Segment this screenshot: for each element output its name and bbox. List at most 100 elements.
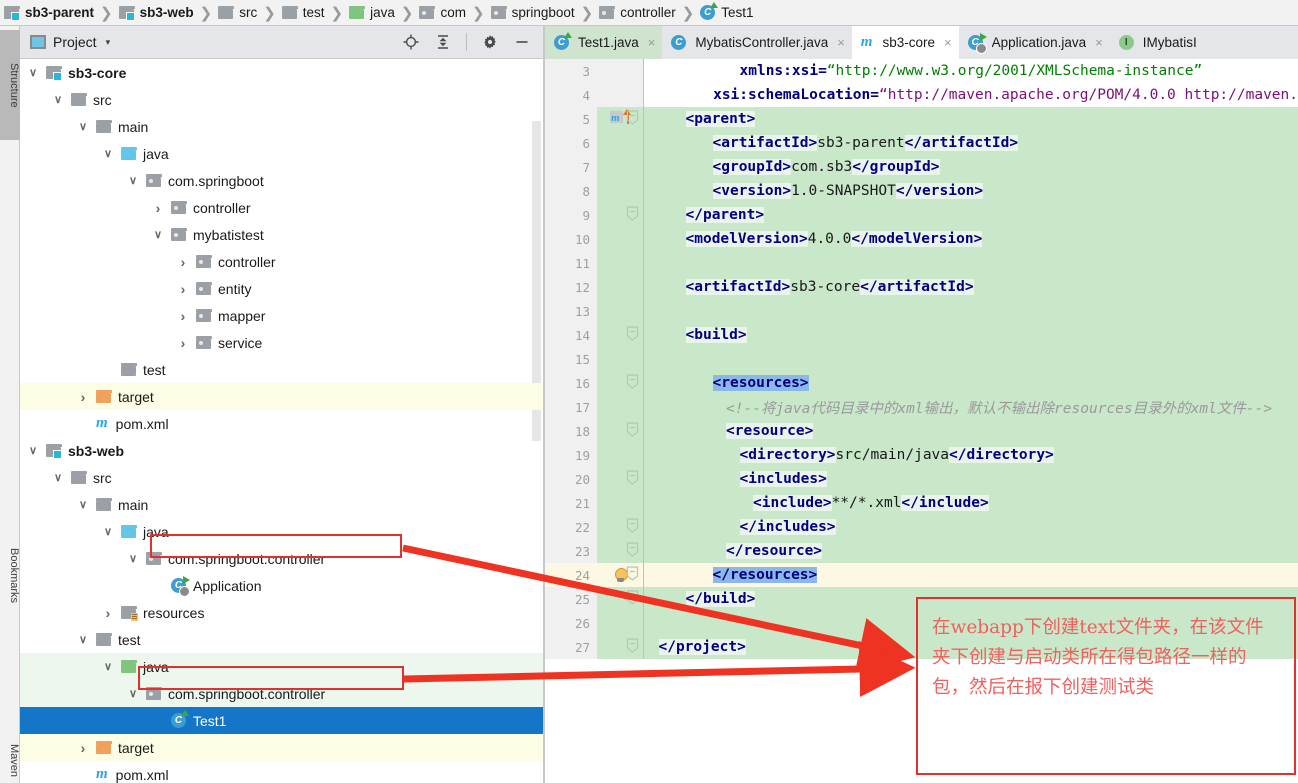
code-text[interactable]: <directory> src/main/java </directory> [643,443,1298,467]
gutter-icons[interactable] [597,299,643,323]
fold-marker-icon[interactable] [626,542,639,560]
gutter-icons[interactable] [597,155,643,179]
breadcrumb-item-springboot[interactable]: springboot [490,0,577,26]
fold-marker-icon[interactable] [626,206,639,224]
tree-node-pom-xml[interactable]: m pom.xml [20,410,545,437]
tree-node-test[interactable]: ∨ test [20,626,545,653]
chevron-down-icon[interactable]: ∨ [51,93,65,107]
chevron-right-icon[interactable]: › [151,200,165,216]
code-text[interactable]: xmlns:xsi= “http://www.w3.org/2001/XMLSch… [643,59,1298,83]
tree-node-mybatistest[interactable]: ∨ mybatistest [20,221,545,248]
code-line-3[interactable]: 3 xmlns:xsi= “http://www.w3.org/2001/XMLSc… [545,59,1298,83]
chevron-down-icon[interactable]: ∨ [76,633,90,647]
gutter-icons[interactable] [597,323,643,347]
gutter-icons[interactable] [597,539,643,563]
fold-marker-icon[interactable] [626,518,639,536]
chevron-down-icon[interactable]: ∨ [126,552,140,566]
gutter-icons[interactable] [597,203,643,227]
editor-tab-test1-java[interactable]: C Test1.java × [545,26,663,59]
code-text[interactable]: <artifactId> sb3-core </artifactId> [643,275,1298,299]
gutter-icons[interactable] [597,131,643,155]
code-line-21[interactable]: 21 <include> **/*.xml </include> [545,491,1298,515]
gutter-icons[interactable] [597,467,643,491]
fold-marker-icon[interactable] [626,422,639,440]
code-line-18[interactable]: 18 <resource> [545,419,1298,443]
tree-node-application[interactable]: C Application [20,572,545,599]
left-tool-window-strip[interactable]: Structure Bookmarks Maven [0,26,20,783]
tree-node-test1[interactable]: C Test1 [20,707,545,734]
tree-node-target[interactable]: › target [20,734,545,761]
fold-marker-icon[interactable] [626,470,639,488]
tree-node-sb3-core[interactable]: ∨ sb3-core [20,59,545,86]
code-line-8[interactable]: 8 <version> 1.0-SNAPSHOT </version> [545,179,1298,203]
breadcrumb-item-sb3-web[interactable]: sb3-web [118,0,196,26]
tree-node-test[interactable]: test [20,356,545,383]
close-icon[interactable]: × [648,35,656,50]
code-line-17[interactable]: 17 <!--将java代码目录中的xml输出，默认不输出除resources目录… [545,395,1298,419]
fold-marker-icon[interactable] [626,326,639,344]
editor-tab-application-java[interactable]: C Application.java × [958,26,1110,59]
code-text[interactable]: <includes> [643,467,1298,491]
chevron-right-icon[interactable]: › [176,281,190,297]
code-line-9[interactable]: 9 </parent> [545,203,1298,227]
chevron-down-icon[interactable]: ∨ [101,525,115,539]
fold-marker-icon[interactable] [626,566,639,584]
editor-tab-mybatiscontroller-java[interactable]: C MybatisController.java × [662,26,852,59]
code-line-7[interactable]: 7 <groupId> com.sb3 </groupId> [545,155,1298,179]
code-text[interactable]: <build> [643,323,1298,347]
chevron-right-icon[interactable]: › [176,335,190,351]
tree-node-main[interactable]: ∨ main [20,113,545,140]
code-line-15[interactable]: 15 [545,347,1298,371]
tree-node-pom-xml[interactable]: m pom.xml [20,761,545,783]
gutter-icons[interactable]: m [597,107,643,131]
tree-node-sb3-web[interactable]: ∨ sb3-web [20,437,545,464]
chevron-down-icon[interactable]: ∨ [101,147,115,161]
tree-node-main[interactable]: ∨ main [20,491,545,518]
chevron-down-icon[interactable]: ∨ [26,444,40,458]
gutter-icons[interactable] [597,227,643,251]
breadcrumb-item-src[interactable]: src [218,0,259,26]
project-toolbar[interactable] [395,26,545,59]
editor-tab-bar[interactable]: C Test1.java × C MybatisController.java × m sb3… [545,26,1298,59]
code-text[interactable]: <groupId> com.sb3 </groupId> [643,155,1298,179]
code-text[interactable]: <include> **/*.xml </include> [643,491,1298,515]
code-line-5[interactable]: 5 m < parent > [545,107,1298,131]
code-line-23[interactable]: 23 </resource> [545,539,1298,563]
gutter-icons[interactable] [597,611,643,635]
gutter-icons[interactable] [597,251,643,275]
code-line-6[interactable]: 6 <artifactId> sb3-parent </artifactId> [545,131,1298,155]
locate-file-icon[interactable] [402,33,420,51]
fold-marker-icon[interactable] [626,638,639,656]
code-text[interactable]: <modelVersion> 4.0.0 </modelVersion> [643,227,1298,251]
code-line-16[interactable]: 16 <resources> [545,371,1298,395]
breadcrumb-item-java[interactable]: java [349,0,397,26]
gutter-icons[interactable] [597,371,643,395]
code-text[interactable]: </parent> [643,203,1298,227]
code-line-14[interactable]: 14 <build> [545,323,1298,347]
gutter-icons[interactable] [597,347,643,371]
collapse-all-icon[interactable] [434,33,452,51]
breadcrumb-item-sb3-parent[interactable]: sb3-parent [4,0,96,26]
code-text[interactable] [643,251,1298,275]
fold-marker-icon[interactable] [626,110,639,128]
tree-node-controller[interactable]: › controller [20,248,545,275]
code-line-19[interactable]: 19 <directory> src/main/java </directory> [545,443,1298,467]
code-text[interactable] [643,299,1298,323]
code-text[interactable]: <resources> [643,371,1298,395]
editor-tab-imybatisi[interactable]: I IMybatisI [1109,26,1204,59]
tree-node-target[interactable]: › target [20,383,545,410]
close-icon[interactable]: × [944,35,952,50]
code-line-22[interactable]: 22 </includes> [545,515,1298,539]
gutter-icons[interactable] [597,395,643,419]
code-text[interactable]: <!--将java代码目录中的xml输出，默认不输出除resources目录外的… [643,395,1298,419]
chevron-down-icon[interactable]: ∨ [126,174,140,188]
tree-node-java[interactable]: ∨ java [20,140,545,167]
gutter-icons[interactable] [597,443,643,467]
code-text[interactable]: </resource> [643,539,1298,563]
breadcrumb-item-test[interactable]: test [281,0,327,26]
chevron-right-icon[interactable]: › [76,740,90,756]
chevron-down-icon[interactable]: ∨ [151,228,165,242]
code-text[interactable]: xsi:schemaLocation= “http://maven.apache.… [643,83,1298,107]
tool-tab-maven[interactable]: Maven [0,726,20,783]
code-text[interactable]: <artifactId> sb3-parent </artifactId> [643,131,1298,155]
